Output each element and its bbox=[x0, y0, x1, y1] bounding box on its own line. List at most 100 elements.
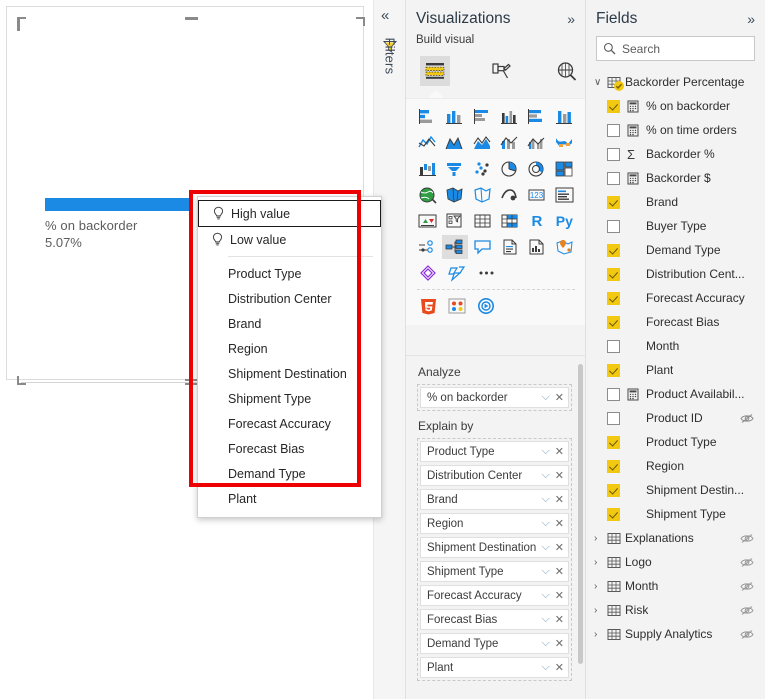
chevron-down-icon[interactable]: ∨ bbox=[594, 77, 607, 88]
remove-field-icon[interactable]: ✕ bbox=[555, 589, 564, 602]
chevron-down-icon[interactable]: ⌵ bbox=[541, 541, 549, 554]
filled-map-icon[interactable] bbox=[442, 183, 467, 207]
hundred-percent-stacked-bar-icon[interactable] bbox=[524, 105, 549, 129]
remove-field-icon[interactable]: ✕ bbox=[555, 445, 564, 458]
treemap-icon[interactable] bbox=[552, 157, 577, 181]
explain-by-chip[interactable]: Shipment Destination ⌵ ✕ bbox=[420, 537, 569, 558]
field-checkbox[interactable] bbox=[607, 435, 620, 449]
field-row[interactable]: Forecast Bias bbox=[586, 310, 765, 334]
ribbon-chart-icon[interactable] bbox=[552, 131, 577, 155]
field-checkbox[interactable] bbox=[607, 483, 620, 497]
field-row[interactable]: % on backorder bbox=[586, 94, 765, 118]
area-chart-icon[interactable] bbox=[442, 131, 467, 155]
donut-chart-icon[interactable] bbox=[524, 157, 549, 181]
clustered-bar-chart-icon[interactable] bbox=[470, 105, 495, 129]
azure-map-icon[interactable] bbox=[497, 183, 522, 207]
field-checkbox[interactable] bbox=[607, 291, 620, 305]
chevron-right-icon[interactable]: › bbox=[594, 581, 607, 592]
table-icon[interactable] bbox=[470, 209, 495, 233]
more-options-icon[interactable] bbox=[473, 261, 500, 285]
matrix-icon[interactable] bbox=[497, 209, 522, 233]
field-checkbox[interactable] bbox=[607, 99, 620, 113]
fields-table-row[interactable]: › Supply Analytics bbox=[586, 622, 765, 646]
decomposition-tree-icon[interactable] bbox=[442, 235, 468, 259]
field-checkbox[interactable] bbox=[607, 459, 620, 473]
slicer-icon[interactable] bbox=[442, 209, 467, 233]
chevron-down-icon[interactable]: ⌵ bbox=[541, 391, 549, 404]
field-row[interactable]: Distribution Cent... bbox=[586, 262, 765, 286]
field-row[interactable]: Forecast Accuracy bbox=[586, 286, 765, 310]
menu-field-item[interactable]: Forecast Bias bbox=[198, 436, 381, 461]
field-checkbox[interactable] bbox=[607, 387, 620, 401]
python-visual-icon[interactable]: Py bbox=[552, 209, 577, 233]
chevron-down-icon[interactable]: ⌵ bbox=[541, 469, 549, 482]
stacked-bar-chart-icon[interactable] bbox=[415, 105, 440, 129]
field-row[interactable]: % on time orders bbox=[586, 118, 765, 142]
key-influencers-icon[interactable] bbox=[415, 235, 440, 259]
line-stacked-column-icon[interactable] bbox=[497, 131, 522, 155]
multi-row-card-icon[interactable] bbox=[552, 183, 577, 207]
chevron-down-icon[interactable]: ⌵ bbox=[541, 517, 549, 530]
search-input[interactable] bbox=[616, 40, 748, 57]
field-row[interactable]: Backorder $ bbox=[586, 166, 765, 190]
explain-by-chip[interactable]: Plant ⌵ ✕ bbox=[420, 657, 569, 678]
scatter-chart-icon[interactable] bbox=[470, 157, 495, 181]
line-clustered-column-icon[interactable] bbox=[524, 131, 549, 155]
field-row[interactable]: Brand bbox=[586, 190, 765, 214]
remove-field-icon[interactable]: ✕ bbox=[555, 517, 564, 530]
expand-fields-pane-icon[interactable]: » bbox=[747, 12, 755, 26]
field-checkbox[interactable] bbox=[607, 411, 620, 425]
power-apps-icon[interactable] bbox=[415, 261, 442, 285]
visual-fields-well[interactable]: Analyze % on backorder ⌵ ✕ Explain by Prod… bbox=[406, 355, 585, 699]
analyze-dropzone[interactable]: % on backorder ⌵ ✕ bbox=[417, 384, 572, 411]
menu-field-item[interactable]: Brand bbox=[198, 311, 381, 336]
chevron-right-icon[interactable]: › bbox=[594, 605, 607, 616]
chevron-down-icon[interactable]: ⌵ bbox=[541, 445, 549, 458]
report-canvas[interactable]: % on backorder 5.07% High value Low valu… bbox=[0, 0, 382, 699]
pie-chart-icon[interactable] bbox=[497, 157, 522, 181]
chevron-down-icon[interactable]: ⌵ bbox=[541, 661, 549, 674]
expand-pane-icon[interactable]: » bbox=[567, 12, 575, 26]
explain-by-chip[interactable]: Forecast Bias ⌵ ✕ bbox=[420, 609, 569, 630]
explain-by-chip[interactable]: Distribution Center ⌵ ✕ bbox=[420, 465, 569, 486]
fields-tree[interactable]: ∨ Backorder Percentage % on backorder % on … bbox=[586, 70, 765, 646]
explain-by-chip[interactable]: Demand Type ⌵ ✕ bbox=[420, 633, 569, 654]
visualization-type-gallery[interactable]: 123 R Py bbox=[406, 98, 585, 325]
map-icon[interactable] bbox=[415, 183, 440, 207]
menu-field-item[interactable]: Forecast Accuracy bbox=[198, 411, 381, 436]
line-chart-icon[interactable] bbox=[415, 131, 440, 155]
fields-table-row[interactable]: › Risk bbox=[586, 598, 765, 622]
chevron-down-icon[interactable]: ⌵ bbox=[541, 493, 549, 506]
hundred-percent-stacked-column-icon[interactable] bbox=[552, 105, 577, 129]
field-row[interactable]: Shipment Destin... bbox=[586, 478, 765, 502]
field-row[interactable]: Product ID bbox=[586, 406, 765, 430]
qna-icon[interactable] bbox=[470, 235, 495, 259]
custom-visual-icon[interactable] bbox=[444, 294, 471, 318]
field-row[interactable]: Product Availabil... bbox=[586, 382, 765, 406]
field-row[interactable]: Shipment Type bbox=[586, 502, 765, 526]
play-axis-icon[interactable] bbox=[473, 294, 500, 318]
field-checkbox[interactable] bbox=[607, 147, 620, 161]
field-checkbox[interactable] bbox=[607, 195, 620, 209]
decomposition-tree-root-node[interactable]: % on backorder 5.07% bbox=[45, 198, 193, 251]
remove-field-icon[interactable]: ✕ bbox=[555, 469, 564, 482]
fields-well-scrollbar[interactable] bbox=[578, 364, 583, 664]
explain-by-dropzone[interactable]: Product Type ⌵ ✕ Distribution Center ⌵ ✕ Brand… bbox=[417, 438, 572, 681]
visualizations-pane[interactable]: Visualizations » Build visual 123 R Py A… bbox=[406, 0, 586, 699]
field-row[interactable]: Region bbox=[586, 454, 765, 478]
smart-narrative-icon[interactable] bbox=[497, 235, 522, 259]
field-checkbox[interactable] bbox=[607, 219, 620, 233]
resize-handle-bottom-left-v[interactable] bbox=[17, 376, 19, 385]
chevron-right-icon[interactable]: › bbox=[594, 629, 607, 640]
field-checkbox[interactable] bbox=[607, 315, 620, 329]
remove-field-icon[interactable]: ✕ bbox=[555, 493, 564, 506]
field-row[interactable]: Buyer Type bbox=[586, 214, 765, 238]
field-row[interactable]: Plant bbox=[586, 358, 765, 382]
stacked-area-chart-icon[interactable] bbox=[470, 131, 495, 155]
arcgis-map-icon[interactable] bbox=[552, 235, 577, 259]
remove-field-icon[interactable]: ✕ bbox=[555, 661, 564, 674]
remove-field-icon[interactable]: ✕ bbox=[555, 565, 564, 578]
chevron-right-icon[interactable]: › bbox=[594, 557, 607, 568]
fields-table-row[interactable]: › Month bbox=[586, 574, 765, 598]
explain-by-chip[interactable]: Product Type ⌵ ✕ bbox=[420, 441, 569, 462]
